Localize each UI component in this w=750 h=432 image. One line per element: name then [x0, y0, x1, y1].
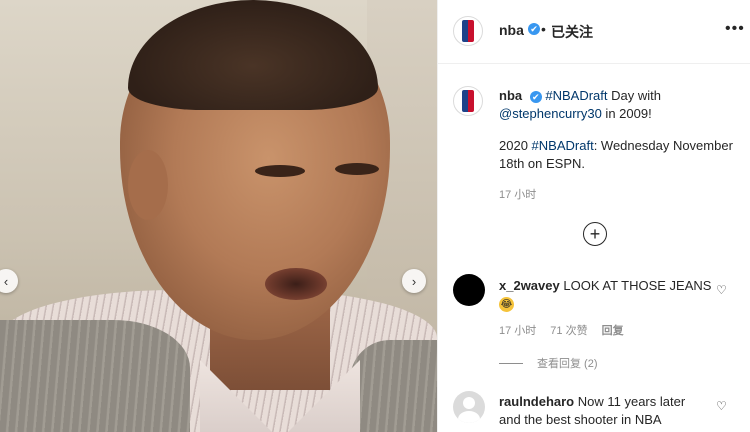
carousel-next-button[interactable]: › — [402, 269, 426, 293]
post-caption-line2: 2020 #NBADraft: Wednesday November 18th … — [499, 137, 734, 173]
post-photo[interactable]: ‹ › — [0, 0, 437, 432]
view-replies-divider — [499, 362, 523, 364]
header-separator: • — [541, 21, 546, 37]
post-side-panel: nba ✔ • 已关注 ••• nba ✔ #NBADraft Day with… — [437, 0, 750, 432]
add-comment-icon[interactable]: + — [583, 222, 607, 246]
photo-mouth — [265, 268, 327, 300]
post-header: nba ✔ • 已关注 ••• — [438, 0, 750, 64]
verified-badge-icon: ✔ — [529, 90, 542, 103]
photo-eye-right — [335, 163, 379, 175]
caption-text: Day with — [607, 88, 661, 103]
caption-hashtag[interactable]: #NBADraft — [545, 88, 607, 103]
laughing-emoji-icon: 😂 — [499, 297, 514, 313]
reply-button[interactable]: 回复 — [602, 322, 624, 338]
comment-text: raulndeharo Now 11 years later and the b… — [499, 393, 704, 429]
chevron-right-icon: › — [411, 273, 417, 289]
header-username[interactable]: nba — [499, 22, 524, 38]
post-caption: nba ✔ #NBADraft Day with @stephencurry30… — [499, 87, 734, 123]
caption-timestamp[interactable]: 17 小时 — [499, 186, 536, 202]
commenter-avatar[interactable] — [453, 274, 485, 306]
nba-logo-icon — [462, 90, 474, 112]
comment-meta: 17 小时 71 次赞 回复 — [499, 322, 624, 338]
caption-mention[interactable]: @stephencurry30 — [499, 106, 602, 121]
nba-avatar[interactable] — [453, 16, 483, 46]
caption-year: 2020 — [499, 138, 532, 153]
like-heart-icon[interactable]: ♡ — [716, 283, 727, 297]
photo-eye-left — [255, 165, 305, 177]
caption-avatar[interactable] — [453, 86, 483, 116]
nba-logo-icon — [462, 20, 474, 42]
follow-status-button[interactable]: 已关注 — [551, 22, 593, 42]
like-heart-icon[interactable]: ♡ — [716, 399, 727, 413]
view-replies-label: 查看回复 (2) — [537, 358, 598, 370]
photo-vest-left — [0, 320, 190, 432]
caption-text: in 2009! — [601, 106, 652, 121]
comment-likes[interactable]: 71 次赞 — [550, 322, 587, 338]
photo-vest-right — [350, 340, 437, 432]
caption-username[interactable]: nba — [499, 88, 522, 103]
comment-username[interactable]: x_2wavey — [499, 278, 560, 293]
comment-text: x_2wavey LOOK AT THOSE JEANS 😂 — [499, 277, 714, 313]
view-replies-button[interactable]: 查看回复 (2) — [499, 355, 598, 371]
commenter-avatar[interactable] — [453, 391, 485, 423]
chevron-left-icon: ‹ — [3, 273, 9, 289]
verified-badge-icon: ✔ — [528, 23, 540, 35]
comment-username[interactable]: raulndeharo — [499, 394, 574, 409]
comment-body: LOOK AT THOSE JEANS — [563, 278, 712, 293]
more-options-icon[interactable]: ••• — [725, 20, 745, 38]
comment-timestamp[interactable]: 17 小时 — [499, 322, 536, 338]
photo-ear — [128, 150, 168, 220]
caption-hashtag[interactable]: #NBADraft — [532, 138, 594, 153]
